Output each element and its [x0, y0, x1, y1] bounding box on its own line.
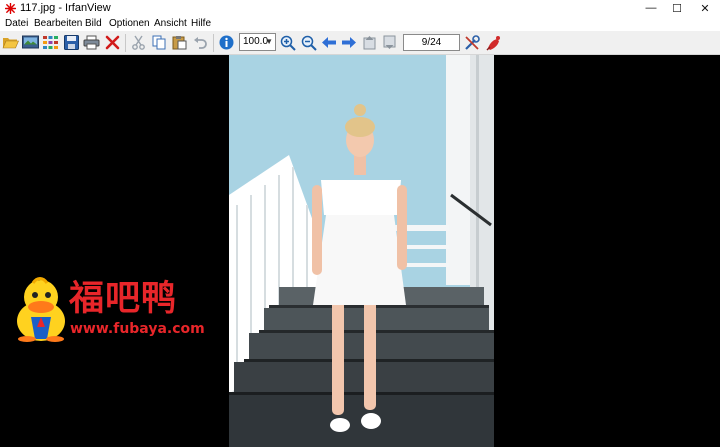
cut-icon[interactable]	[130, 34, 147, 51]
menu-datei[interactable]: Datei	[5, 17, 28, 30]
previous-icon[interactable]	[320, 34, 337, 51]
toolbar-separator	[125, 34, 126, 52]
delete-icon[interactable]	[104, 34, 121, 51]
menu-bild[interactable]: Bild	[85, 17, 102, 30]
displayed-photo	[229, 55, 494, 447]
next-icon[interactable]	[340, 34, 357, 51]
last-page-icon[interactable]	[381, 34, 398, 51]
info-icon[interactable]	[218, 34, 235, 51]
menu-optionen[interactable]: Optionen	[109, 17, 150, 30]
irfanview-app-icon[interactable]	[5, 3, 16, 14]
menu-bearbeiten[interactable]: Bearbeiten	[34, 17, 82, 30]
watermark: 福吧鸭 www.fubaya.com	[13, 277, 213, 343]
page-indicator[interactable]: 9/24	[403, 34, 460, 51]
settings-icon[interactable]	[463, 34, 480, 51]
menu-hilfe[interactable]: Hilfe	[191, 17, 211, 30]
thumbnails-icon[interactable]	[42, 34, 59, 51]
toolbar: 100.0 ▼ 9/24	[0, 31, 720, 55]
zoom-out-icon[interactable]	[300, 34, 317, 51]
image-viewer[interactable]: 福吧鸭 www.fubaya.com	[0, 55, 720, 447]
title-bar: 117.jpg - IrfanView — ☐ ✕	[0, 0, 720, 16]
menu-ansicht[interactable]: Ansicht	[154, 17, 187, 30]
duck-mascot-icon	[17, 277, 65, 342]
toolbar-separator	[213, 34, 214, 52]
watermark-url: www.fubaya.com	[70, 321, 205, 337]
copy-icon[interactable]	[151, 34, 168, 51]
zoom-in-icon[interactable]	[279, 34, 296, 51]
first-page-icon[interactable]	[361, 34, 378, 51]
menu-bar: Datei Bearbeiten Bild Optionen Ansicht H…	[0, 16, 720, 31]
print-icon[interactable]	[83, 34, 100, 51]
open-folder-icon[interactable]	[2, 34, 19, 51]
slideshow-icon[interactable]	[22, 34, 39, 51]
window-title: 117.jpg - IrfanView	[20, 2, 111, 14]
about-icon[interactable]	[485, 34, 502, 51]
close-icon: ✕	[700, 2, 710, 15]
save-icon[interactable]	[63, 34, 80, 51]
maximize-icon: ☐	[672, 2, 682, 15]
close-button[interactable]: ✕	[682, 0, 720, 16]
undo-icon[interactable]	[192, 34, 209, 51]
paste-icon[interactable]	[171, 34, 188, 51]
watermark-chinese-text: 福吧鸭	[69, 279, 178, 319]
chevron-down-icon[interactable]: ▼	[265, 34, 273, 50]
zoom-select[interactable]: 100.0 ▼	[239, 33, 276, 51]
